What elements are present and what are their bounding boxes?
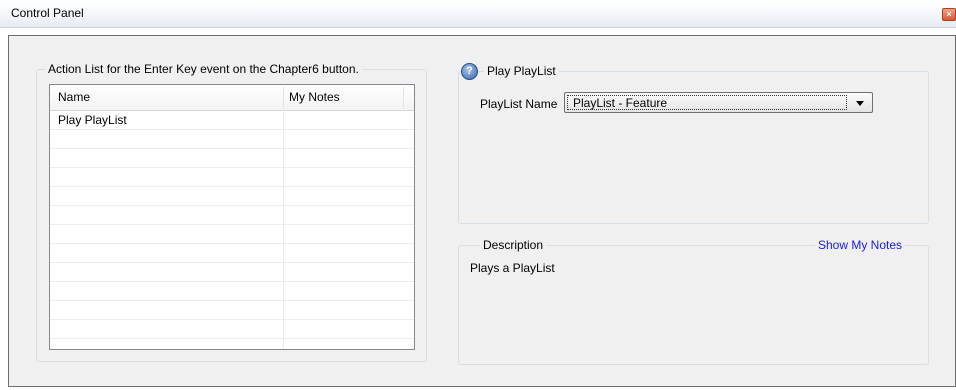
description-text: Plays a PlayList [470,261,555,275]
close-icon[interactable]: × [942,8,956,21]
action-list-legend: Action List for the Enter Key event on t… [45,62,362,76]
empty-row [50,225,414,244]
title-bar: Control Panel × [0,0,956,28]
empty-row [50,244,414,263]
empty-row [50,320,414,339]
play-playlist-legend: Play PlayList [484,64,559,78]
playlist-name-dropdown[interactable]: PlayList - Feature [564,92,873,113]
action-list[interactable]: Name My Notes Play PlayList [49,84,415,350]
column-divider[interactable] [403,87,404,109]
empty-row [50,301,414,320]
row-name: Play PlayList [58,113,127,127]
show-my-notes-link[interactable]: Show My Notes [815,238,906,252]
column-divider[interactable] [283,87,284,109]
help-icon[interactable]: ? [461,63,478,80]
column-header-my-notes[interactable]: My Notes [289,85,340,110]
empty-row [50,149,414,168]
window-title: Control Panel [11,6,84,20]
description-legend: Description [480,238,547,252]
playlist-selected-value: PlayList - Feature [573,96,668,110]
dropdown-arrow-icon[interactable] [856,101,864,106]
empty-row [50,168,414,187]
empty-row [50,282,414,301]
table-row[interactable]: Play PlayList [50,111,414,130]
empty-row [50,263,414,282]
action-list-header: Name My Notes [50,85,414,111]
empty-row [50,130,414,149]
playlist-name-label: PlayList Name [480,97,558,111]
column-header-name[interactable]: Name [58,85,90,110]
empty-row [50,187,414,206]
empty-row [50,206,414,225]
